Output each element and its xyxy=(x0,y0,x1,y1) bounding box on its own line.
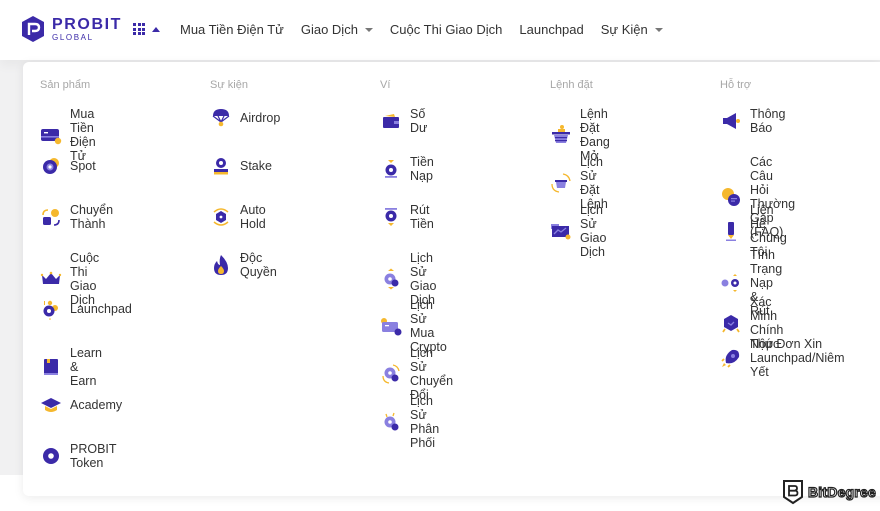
parachute-icon xyxy=(210,107,232,129)
token-icon xyxy=(40,445,62,467)
grid-icon xyxy=(133,23,145,35)
menu-item-learn-earn[interactable]: Learn & Earn xyxy=(40,346,102,388)
menu-item-label: Learn & Earn xyxy=(70,346,102,388)
wallet-icon xyxy=(380,110,402,132)
launchpad-icon xyxy=(40,298,62,320)
menu-item-probit-token[interactable]: PROBIT Token xyxy=(40,442,116,470)
menu-item-announcements[interactable]: Thông Báo xyxy=(720,107,785,135)
spot-coin-icon xyxy=(40,155,62,177)
menu-item-label: PROBIT Token xyxy=(70,442,117,470)
bitdegree-shield-icon xyxy=(783,480,803,505)
menu-item-label: Lịch Sử Phân Phối xyxy=(410,394,440,450)
probit-logo-icon xyxy=(22,16,44,42)
nav-item-label: Giao Dịch xyxy=(300,22,358,37)
menu-item-label: Số Dư xyxy=(410,107,428,135)
menu-item-trade-history[interactable]: Lịch Sử Giao Dịch xyxy=(550,203,606,259)
logo-subtitle: GLOBAL xyxy=(52,32,94,42)
transaction-history-icon xyxy=(380,268,402,290)
nav-item-events[interactable]: Sự Kiện xyxy=(601,22,663,37)
menu-item-spot[interactable]: Spot xyxy=(40,155,96,177)
menu-item-label: Chuyển Thành xyxy=(70,203,114,231)
menu-item-label: Academy xyxy=(70,398,123,412)
menu-item-airdrop[interactable]: Airdrop xyxy=(210,107,280,129)
menu-item-label: Auto Hold xyxy=(240,203,266,231)
crown-icon xyxy=(40,268,62,290)
column-title: Sự kiện xyxy=(210,79,248,91)
menu-item-withdraw[interactable]: Rút Tiền xyxy=(380,203,434,231)
apps-menu-button[interactable] xyxy=(133,23,160,35)
credit-card-icon xyxy=(40,124,62,146)
column-title: Hỗ trợ xyxy=(720,79,752,91)
menu-item-label: Stake xyxy=(240,159,272,173)
column-title: Lệnh đặt xyxy=(550,79,593,91)
nav-item-label: Cuộc Thi Giao Dịch xyxy=(389,22,503,37)
open-orders-basket-icon xyxy=(550,124,572,146)
menu-item-launchpad-listing-application[interactable]: Nộp Đơn Xin Launchpad/Niêm Yết xyxy=(720,337,845,379)
nav-item-trade[interactable]: Giao Dịch xyxy=(301,22,373,37)
chevron-down-icon xyxy=(654,27,663,32)
deposit-icon xyxy=(380,158,402,180)
menu-item-label: Độc Quyền xyxy=(240,251,277,279)
menu-item-stake[interactable]: Stake xyxy=(210,155,272,177)
nav-item-launchpad[interactable]: Launchpad xyxy=(519,22,583,37)
nav-item-label: Sự Kiện xyxy=(600,22,648,37)
megaphone-icon xyxy=(720,110,742,132)
conversion-history-icon xyxy=(380,363,402,385)
menu-item-label: Launchpad xyxy=(70,302,132,316)
chevron-down-icon xyxy=(364,27,373,32)
verification-shield-icon xyxy=(720,312,742,334)
menu-item-academy[interactable]: Academy xyxy=(40,394,122,416)
auto-hold-icon xyxy=(210,206,232,228)
menu-item-label: Lịch Sử Giao Dịch xyxy=(580,203,607,259)
trade-history-chart-icon xyxy=(550,220,572,242)
menu-item-label: Nộp Đơn Xin Launchpad/Niêm Yết xyxy=(750,337,845,379)
menu-item-label: Tiền Nạp xyxy=(410,155,434,183)
nav-item-buy-crypto[interactable]: Mua Tiền Điện Tử xyxy=(180,22,284,37)
nav-item-label: Launchpad xyxy=(519,22,584,37)
nav-item-trading-competition[interactable]: Cuộc Thi Giao Dịch xyxy=(390,22,502,37)
convert-icon xyxy=(40,206,62,228)
menu-item-label: Thông Báo xyxy=(750,107,786,135)
menu-item-convert[interactable]: Chuyển Thành xyxy=(40,203,113,231)
purchase-history-icon xyxy=(380,315,402,337)
graduation-cap-icon xyxy=(40,394,62,416)
rocket-icon xyxy=(720,347,742,369)
menu-item-auto-hold[interactable]: Auto Hold xyxy=(210,203,266,231)
status-icon xyxy=(720,272,742,294)
stake-icon xyxy=(210,155,232,177)
book-icon xyxy=(40,356,62,378)
menu-item-label: Airdrop xyxy=(240,111,281,125)
menu-item-label: Rút Tiền xyxy=(410,203,434,231)
menu-item-balance[interactable]: Số Dư xyxy=(380,107,427,135)
contact-pen-icon xyxy=(720,220,742,242)
menu-item-launchpad[interactable]: Launchpad xyxy=(40,298,132,320)
watermark-label: BitDegree xyxy=(807,483,876,500)
column-title: Sản phẩm xyxy=(40,79,91,91)
mega-menu-dropdown: Sản phẩm Mua Tiền Điện Tử Spot Chuyển Th… xyxy=(23,62,880,496)
bitdegree-watermark: BitDegree xyxy=(782,479,876,505)
withdraw-icon xyxy=(380,206,402,228)
probit-logo[interactable]: PROBIT GLOBAL xyxy=(20,15,122,43)
caret-up-icon xyxy=(152,26,160,32)
top-navigation-bar: PROBIT GLOBAL Mua Tiền Điện Tử Giao Dịch… xyxy=(0,0,880,60)
nav-item-label: Mua Tiền Điện Tử xyxy=(180,22,284,37)
distribution-history-icon xyxy=(380,411,402,433)
order-history-icon xyxy=(550,172,572,194)
menu-item-distribution-history[interactable]: Lịch Sử Phân Phối xyxy=(380,394,439,450)
logo-wordmark: PROBIT xyxy=(52,15,123,33)
main-nav: Mua Tiền Điện Tử Giao Dịch Cuộc Thi Giao… xyxy=(180,22,680,37)
menu-item-exclusive[interactable]: Độc Quyền xyxy=(210,251,277,279)
column-title: Ví xyxy=(380,79,391,91)
menu-item-label: Spot xyxy=(70,159,96,173)
flame-icon xyxy=(210,254,232,276)
menu-item-deposit[interactable]: Tiền Nạp xyxy=(380,155,434,183)
